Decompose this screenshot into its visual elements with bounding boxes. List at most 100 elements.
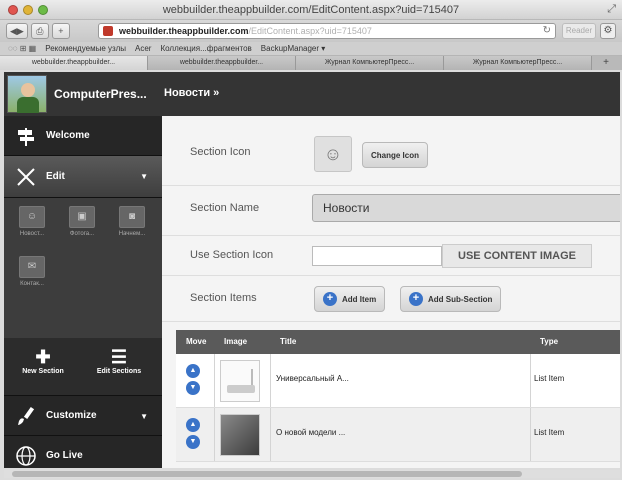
use-section-icon-label: Use Section Icon [190,249,274,261]
bookmark-item[interactable]: BackupManager ▾ [261,44,326,53]
move-controls: ▲ ▼ [186,418,200,449]
section-actions: ✚ New Section ☰ Edit Sections [4,338,162,396]
new-tab-button[interactable]: + [51,23,70,39]
sidebar-item-welcome[interactable]: Welcome [4,116,162,156]
app-name: ComputerPres... [54,87,147,101]
sidebar: Welcome Edit ▼ ☺ Новост... ▣ Фотога... ◙… [4,116,162,468]
plus-circle-icon: + [409,292,423,306]
sidebar-item-label: Customize [46,410,97,421]
add-item-button[interactable]: + Add Item [314,286,386,312]
column-divider [530,354,531,407]
app-area: ComputerPres... Новости » Welcome Edit ▼… [4,72,620,468]
reader-button[interactable]: Reader [562,23,596,39]
horizontal-scrollbar[interactable] [4,470,620,478]
add-item-label: Add Item [342,294,377,304]
browser-tab[interactable]: webbuilder.theappbuilder... [148,56,296,70]
table-row[interactable]: ▲ ▼ О новой модели ... List Item [176,408,620,462]
avatar-head [21,83,35,97]
move-up-icon[interactable]: ▲ [186,364,200,378]
section-tile[interactable]: ✉ Контак... [10,256,54,287]
item-type: List Item [534,374,565,383]
title-bar: webbuilder.theappbuilder.com/EditContent… [0,0,622,20]
mail-icon: ✉ [19,256,45,278]
browser-tab[interactable]: Журнал КомпьютерПресс... [444,56,592,70]
sidebar-item-label: Welcome [46,130,90,141]
add-tab-icon[interactable]: + [592,56,620,70]
bookmark-item[interactable]: Acer [135,44,151,53]
sidebar-item-label: Edit [46,171,65,182]
section-icon-label: Section Icon [190,146,251,158]
url-path: /EditContent.aspx?uid=715407 [248,26,372,36]
back-button[interactable]: ◀▶ [6,23,28,39]
section-tile-label: Контак... [20,281,44,287]
signpost-icon [14,124,38,148]
item-title[interactable]: Универсальный А... [276,374,349,383]
bookmark-item[interactable]: Рекомендуемые узлы [45,44,126,53]
avatar-body [17,97,39,113]
section-name-input[interactable]: Новости [312,194,620,222]
use-section-icon-input[interactable] [312,246,442,266]
item-thumbnail [220,414,260,456]
edit-sections-label: Edit Sections [96,368,142,375]
app-header: ComputerPres... Новости » [4,72,620,116]
section-tile[interactable]: ☺ Новост... [10,206,54,237]
browser-tab[interactable]: Журнал КомпьютерПресс... [296,56,444,70]
use-section-icon-row: Use Section Icon USE CONTENT IMAGE [162,236,620,276]
tab-bar: webbuilder.theappbuilder... webbuilder.t… [0,56,622,70]
column-divider [530,408,531,461]
column-divider [270,408,271,461]
change-icon-button[interactable]: Change Icon [362,142,429,168]
move-down-icon[interactable]: ▼ [186,435,200,449]
add-sub-section-button[interactable]: + Add Sub-Section [400,286,502,312]
sidebar-item-edit[interactable]: Edit ▼ [4,156,162,198]
edit-sections-button[interactable]: ☰ Edit Sections [84,346,154,375]
move-up-icon[interactable]: ▲ [186,418,200,432]
section-tiles: ☺ Новост... ▣ Фотога... ◙ Начнем... ✉ Ко… [4,198,162,338]
address-bar[interactable]: webbuilder.theappbuilder.com/EditContent… [98,23,556,39]
table-row[interactable]: ▲ ▼ Универсальный А... List Item [176,354,620,408]
share-icon[interactable]: ⎙ [30,23,49,39]
section-items-label: Section Items [190,292,257,304]
nav-buttons: ◀▶ ⎙ + [6,23,70,39]
new-section-label: New Section [22,368,64,375]
head-icon: ☺ [19,206,45,228]
section-icon-preview: ☺ [314,136,352,172]
edit-content-panel: Section Icon ☺ Change Icon Section Name … [162,116,620,468]
sidebar-item-go-live[interactable]: Go Live [4,436,162,468]
browser-tab[interactable]: webbuilder.theappbuilder... [0,56,148,70]
scrollbar-thumb[interactable] [12,471,522,477]
section-name-row: Section Name Новости [162,186,620,236]
plus-icon: ✚ [35,347,51,367]
section-tile[interactable]: ◙ Начнем... [110,206,154,237]
section-tile[interactable]: ▣ Фотога... [60,206,104,237]
section-name-label: Section Name [190,202,260,214]
photo-icon: ▣ [69,206,95,228]
move-down-icon[interactable]: ▼ [186,381,200,395]
reading-list-icon[interactable]: ◌◌ ⊞ ▦ [8,44,36,53]
item-type: List Item [534,428,565,437]
bookmark-item[interactable]: Коллекция...фрагментов [160,44,251,53]
fullscreen-icon[interactable]: ⤢ [607,3,616,16]
new-section-button[interactable]: ✚ New Section [8,346,78,375]
browser-window: webbuilder.theappbuilder.com/EditContent… [0,0,622,480]
sidebar-item-label: Go Live [46,450,83,461]
bookmarks-bar: ◌◌ ⊞ ▦ Рекомендуемые узлы Acer Коллекция… [0,42,622,56]
column-header-title: Title [280,337,297,346]
avatar[interactable] [7,75,47,113]
gear-icon[interactable]: ⚙ [600,23,616,39]
section-tile-label: Фотога... [69,231,95,237]
plus-circle-icon: + [323,292,337,306]
reload-icon[interactable]: ↻ [543,24,551,38]
globe-icon [14,444,38,468]
item-thumbnail [220,360,260,402]
camera-icon: ◙ [119,206,145,228]
use-content-image-button[interactable]: USE CONTENT IMAGE [442,244,592,268]
column-divider [270,354,271,407]
move-controls: ▲ ▼ [186,364,200,395]
item-title[interactable]: О новой модели ... [276,428,345,437]
table-header: Move Image Title Type [176,330,620,354]
sidebar-item-customize[interactable]: Customize ▼ [4,396,162,436]
breadcrumb[interactable]: Новости » [164,87,219,99]
list-icon: ☰ [110,347,128,367]
column-divider [214,354,215,407]
